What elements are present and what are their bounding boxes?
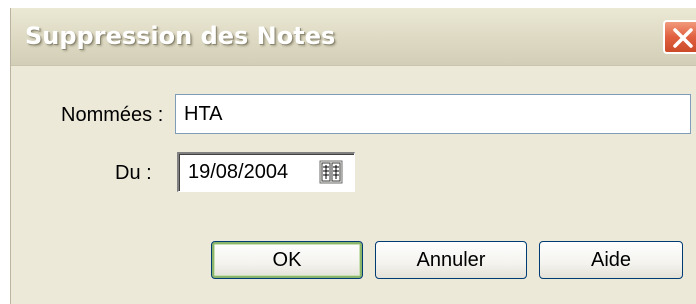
cancel-button[interactable]: Annuler [375, 241, 527, 279]
named-label: Nommées : [61, 104, 164, 126]
title-bar[interactable]: Suppression des Notes [11, 8, 696, 66]
named-input[interactable]: HTA [175, 94, 691, 134]
dialog-title: Suppression des Notes [25, 22, 336, 50]
date-value: 19/08/2004 [188, 161, 289, 183]
ok-button[interactable]: OK [211, 241, 363, 279]
calendar-icon[interactable] [319, 160, 343, 184]
close-button[interactable] [663, 20, 696, 54]
help-button[interactable]: Aide [539, 241, 683, 279]
close-icon [673, 28, 693, 48]
date-picker[interactable]: 19/08/2004 [177, 152, 355, 192]
dialog-window: Suppression des Notes Nommées : HTA Du :… [10, 8, 696, 304]
date-label: Du : [115, 162, 152, 184]
